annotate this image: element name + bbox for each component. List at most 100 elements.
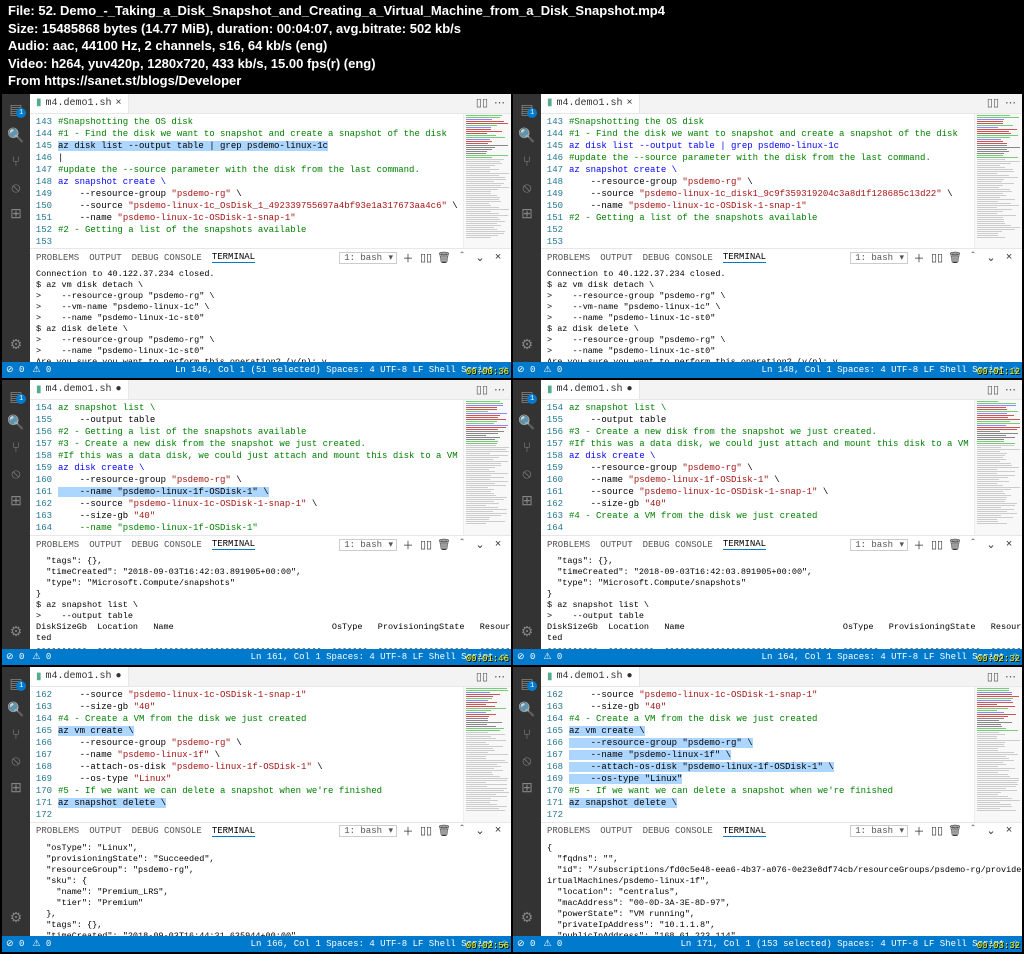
settings-gear-icon[interactable]: ⚙: [7, 910, 25, 928]
search-icon[interactable]: 🔍: [518, 701, 536, 719]
new-terminal-icon[interactable]: ＋: [401, 250, 415, 266]
code-editor[interactable]: 162163164165166167168169170171172173 --s…: [30, 687, 511, 822]
chevron-down-icon[interactable]: ⌄: [473, 824, 487, 838]
status-cursor[interactable]: Ln 161, Col 1 Spaces: 4 UTF-8 LF Shell S…: [251, 652, 494, 662]
tab-close-icon[interactable]: ●: [627, 671, 633, 682]
settings-gear-icon[interactable]: ⚙: [7, 336, 25, 354]
problems-tab[interactable]: PROBLEMS: [547, 540, 590, 550]
minimap[interactable]: [463, 687, 511, 822]
status-warnings[interactable]: ⚠ 0: [543, 652, 562, 662]
maximize-panel-icon[interactable]: ＾: [966, 537, 980, 553]
settings-gear-icon[interactable]: ⚙: [7, 623, 25, 641]
tab-close-icon[interactable]: ●: [627, 384, 633, 395]
chevron-down-icon[interactable]: ⌄: [984, 538, 998, 552]
source-control-icon[interactable]: ⑂: [7, 440, 25, 458]
kill-terminal-icon[interactable]: 🗑: [948, 538, 962, 552]
terminal-tab[interactable]: TERMINAL: [723, 539, 766, 550]
output-tab[interactable]: OUTPUT: [89, 826, 121, 836]
settings-gear-icon[interactable]: ⚙: [518, 623, 536, 641]
minimap[interactable]: [463, 400, 511, 535]
close-panel-icon[interactable]: ×: [491, 825, 505, 837]
close-panel-icon[interactable]: ×: [491, 252, 505, 264]
file-tab[interactable]: ▮ m4.demo1.sh ●: [541, 667, 640, 686]
search-icon[interactable]: 🔍: [7, 414, 25, 432]
status-errors[interactable]: ⊘ 0: [517, 365, 535, 375]
explorer-icon[interactable]: ▤1: [7, 102, 25, 120]
status-warnings[interactable]: ⚠ 0: [32, 365, 51, 375]
tab-close-icon[interactable]: ×: [627, 98, 633, 109]
terminal-selector[interactable]: 1: bash: [339, 252, 397, 264]
status-warnings[interactable]: ⚠ 0: [32, 652, 51, 662]
close-panel-icon[interactable]: ×: [1002, 825, 1016, 837]
more-actions-icon[interactable]: ⋯: [494, 670, 505, 684]
code-content[interactable]: #Snapshotting the OS disk#1 - Find the d…: [569, 114, 974, 249]
split-editor-icon[interactable]: ▯▯: [476, 670, 488, 684]
terminal-output[interactable]: "tags": {}, "timeCreated": "2018-09-03T1…: [30, 553, 511, 649]
status-cursor[interactable]: Ln 148, Col 1 Spaces: 4 UTF-8 LF Shell S…: [762, 365, 1005, 375]
debug-icon[interactable]: ⦸: [518, 753, 536, 771]
search-icon[interactable]: 🔍: [7, 701, 25, 719]
status-cursor[interactable]: Ln 166, Col 1 Spaces: 4 UTF-8 LF Shell S…: [251, 939, 494, 949]
extensions-icon[interactable]: ⊞: [518, 206, 536, 224]
kill-terminal-icon[interactable]: 🗑: [948, 251, 962, 265]
explorer-icon[interactable]: ▤1: [518, 675, 536, 693]
minimap[interactable]: [974, 400, 1022, 535]
source-control-icon[interactable]: ⑂: [7, 154, 25, 172]
split-editor-icon[interactable]: ▯▯: [987, 96, 999, 110]
terminal-selector[interactable]: 1: bash: [339, 825, 397, 837]
close-panel-icon[interactable]: ×: [1002, 539, 1016, 551]
code-editor[interactable]: 162163164165166167168169170171172173 --s…: [541, 687, 1022, 822]
minimap[interactable]: [974, 114, 1022, 249]
terminal-output[interactable]: { "fqdns": "", "id": "/subscriptions/fd0…: [541, 840, 1022, 936]
code-editor[interactable]: 143144145146147148149150151152153 #Snaps…: [541, 114, 1022, 249]
debug-icon[interactable]: ⦸: [7, 466, 25, 484]
kill-terminal-icon[interactable]: 🗑: [437, 824, 451, 838]
status-cursor[interactable]: Ln 171, Col 1 (153 selected) Spaces: 4 U…: [681, 939, 1005, 949]
file-tab[interactable]: ▮ m4.demo1.sh ●: [30, 380, 129, 399]
source-control-icon[interactable]: ⑂: [518, 727, 536, 745]
code-editor[interactable]: 143144145146147148149150151152153 #Snaps…: [30, 114, 511, 249]
code-content[interactable]: #Snapshotting the OS disk#1 - Find the d…: [58, 114, 463, 249]
kill-terminal-icon[interactable]: 🗑: [437, 251, 451, 265]
minimap[interactable]: [974, 687, 1022, 822]
status-errors[interactable]: ⊘ 0: [517, 652, 535, 662]
status-feedback-icon[interactable]: ☺: [1013, 652, 1018, 662]
split-terminal-icon[interactable]: ▯▯: [419, 251, 433, 265]
status-feedback-icon[interactable]: ☺: [1013, 365, 1018, 375]
source-control-icon[interactable]: ⑂: [7, 727, 25, 745]
new-terminal-icon[interactable]: ＋: [912, 537, 926, 553]
search-icon[interactable]: 🔍: [7, 128, 25, 146]
extensions-icon[interactable]: ⊞: [7, 206, 25, 224]
problems-tab[interactable]: PROBLEMS: [547, 253, 590, 263]
terminal-output[interactable]: "tags": {}, "timeCreated": "2018-09-03T1…: [541, 553, 1022, 649]
source-control-icon[interactable]: ⑂: [518, 440, 536, 458]
split-terminal-icon[interactable]: ▯▯: [930, 538, 944, 552]
chevron-down-icon[interactable]: ⌄: [473, 538, 487, 552]
terminal-selector[interactable]: 1: bash: [339, 539, 397, 551]
status-errors[interactable]: ⊘ 0: [6, 939, 24, 949]
code-editor[interactable]: 154155156157158159160161162163164165 az …: [541, 400, 1022, 535]
chevron-down-icon[interactable]: ⌄: [473, 251, 487, 265]
more-actions-icon[interactable]: ⋯: [494, 96, 505, 110]
file-tab[interactable]: ▮ m4.demo1.sh ×: [30, 94, 129, 113]
split-editor-icon[interactable]: ▯▯: [476, 96, 488, 110]
maximize-panel-icon[interactable]: ＾: [455, 250, 469, 266]
split-editor-icon[interactable]: ▯▯: [987, 383, 999, 397]
status-cursor[interactable]: Ln 146, Col 1 (51 selected) Spaces: 4 UT…: [175, 365, 494, 375]
problems-tab[interactable]: PROBLEMS: [36, 540, 79, 550]
minimap[interactable]: [463, 114, 511, 249]
search-icon[interactable]: 🔍: [518, 128, 536, 146]
split-editor-icon[interactable]: ▯▯: [476, 383, 488, 397]
problems-tab[interactable]: PROBLEMS: [547, 826, 590, 836]
tab-close-icon[interactable]: ●: [116, 671, 122, 682]
split-terminal-icon[interactable]: ▯▯: [419, 824, 433, 838]
more-actions-icon[interactable]: ⋯: [1005, 96, 1016, 110]
status-errors[interactable]: ⊘ 0: [517, 939, 535, 949]
output-tab[interactable]: OUTPUT: [600, 253, 632, 263]
debug-console-tab[interactable]: DEBUG CONSOLE: [643, 253, 713, 263]
extensions-icon[interactable]: ⊞: [518, 779, 536, 797]
status-warnings[interactable]: ⚠ 0: [543, 365, 562, 375]
output-tab[interactable]: OUTPUT: [89, 540, 121, 550]
explorer-icon[interactable]: ▤1: [518, 388, 536, 406]
close-panel-icon[interactable]: ×: [1002, 252, 1016, 264]
